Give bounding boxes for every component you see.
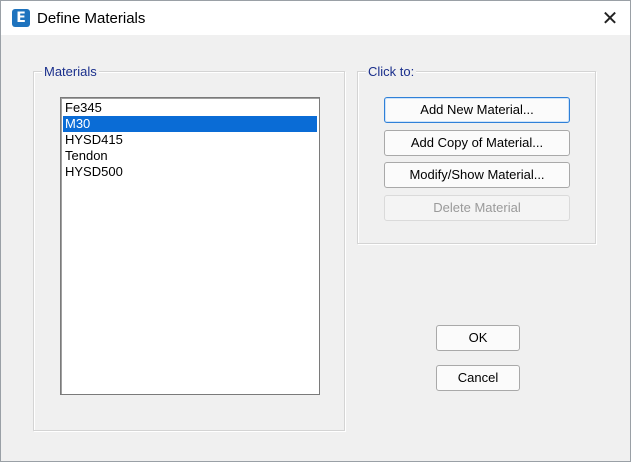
delete-material-button: Delete Material: [384, 195, 570, 221]
list-item[interactable]: HYSD415: [63, 132, 317, 148]
modify-show-material-button[interactable]: Modify/Show Material...: [384, 162, 570, 188]
dialog-window: E Define Materials ✕ Materials Fe345 M30…: [0, 0, 631, 462]
actions-group-label: Click to:: [366, 64, 417, 79]
dialog-title: Define Materials: [37, 10, 146, 27]
list-item[interactable]: HYSD500: [63, 164, 317, 180]
materials-group-label: Materials: [42, 64, 99, 79]
materials-listbox[interactable]: Fe345 M30 HYSD415 Tendon HYSD500: [60, 97, 320, 395]
cancel-button[interactable]: Cancel: [436, 365, 520, 391]
list-item[interactable]: M30: [63, 116, 317, 132]
list-item[interactable]: Tendon: [63, 148, 317, 164]
ok-button[interactable]: OK: [436, 325, 520, 351]
list-item[interactable]: Fe345: [63, 100, 317, 116]
add-copy-material-button[interactable]: Add Copy of Material...: [384, 130, 570, 156]
title-bar[interactable]: E Define Materials ✕: [1, 1, 630, 35]
app-logo-icon: E: [12, 9, 30, 27]
close-icon[interactable]: ✕: [589, 1, 631, 35]
add-new-material-button[interactable]: Add New Material...: [384, 97, 570, 123]
